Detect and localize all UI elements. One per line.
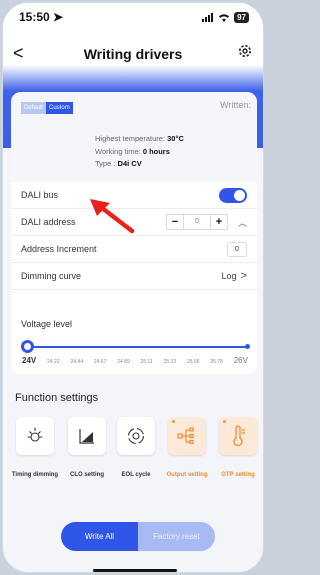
voltage-max-label: 26V (233, 356, 248, 365)
action-buttons: Write All Factory reset (61, 522, 215, 551)
cycle-icon (127, 427, 145, 445)
timing-dimming-button[interactable] (16, 417, 54, 455)
otp-setting-button[interactable] (219, 417, 257, 455)
nav-bar: < Writing drivers (3, 41, 263, 67)
settings-button[interactable] (237, 43, 253, 64)
eol-cycle-label: EOL cycle (121, 472, 151, 478)
dali-bus-toggle[interactable] (219, 187, 247, 203)
active-dot (223, 420, 226, 423)
mode-segmented-control: Default Custom (21, 102, 73, 114)
voltage-tick: 25.33 (163, 359, 177, 365)
signal-icon (202, 12, 214, 22)
dimming-curve-label: Dimming curve (21, 271, 82, 281)
type-value: D4i CV (117, 159, 142, 168)
voltage-tick: 25.78 (210, 359, 223, 365)
location-arrow-icon: ➤ (53, 10, 64, 24)
back-button[interactable]: < (13, 43, 24, 64)
dimming-curve-value[interactable]: Log (222, 271, 237, 281)
address-increment-input[interactable]: 0 (227, 241, 247, 257)
bar-chart-icon (79, 429, 94, 444)
page-title: Writing drivers (83, 46, 183, 62)
voltage-min-label: 24V (22, 356, 37, 365)
home-indicator[interactable] (93, 569, 177, 572)
voltage-slider-handle[interactable] (21, 340, 34, 353)
voltage-tick: 25.56 (186, 359, 200, 365)
thermometer-icon (233, 425, 245, 447)
factory-reset-button[interactable]: Factory reset (138, 522, 215, 551)
battery-indicator: 97 (234, 11, 249, 23)
chevron-up-icon[interactable]: ︿ (238, 216, 247, 229)
phone-screen: 15:50 ➤ 97 < Writing drivers Default Cus… (2, 2, 264, 573)
voltage-tick: 25.11 (140, 359, 153, 365)
segment-default[interactable]: Default (21, 102, 47, 114)
gear-icon (239, 45, 251, 57)
output-tree-icon (177, 427, 194, 445)
timing-dimming-label: Timing dimming (11, 472, 59, 478)
clo-setting-button[interactable] (68, 417, 106, 455)
driver-info-panel: Default Custom Written: Highest temperat… (11, 92, 257, 182)
output-setting-button[interactable] (168, 417, 206, 455)
address-increment-label: Address Increment (21, 244, 97, 254)
type-label: Type : (95, 159, 116, 168)
status-bar: 15:50 ➤ 97 (3, 3, 263, 31)
write-status: Written: (220, 100, 251, 110)
voltage-slider-end (245, 344, 250, 349)
time-value: 0 hours (142, 146, 170, 156)
voltage-tick: 24.22 (47, 359, 60, 365)
voltage-tick: 24.89 (117, 359, 130, 365)
clo-setting-label: CLO setting (70, 472, 104, 478)
red-arrow-annotation (90, 199, 135, 234)
function-settings-title: Function settings (15, 392, 99, 404)
sun-icon (27, 427, 43, 442)
driver-info-lines: Highest temperature: 30°C Working time: … (95, 133, 184, 171)
voltage-tick: 24.67 (93, 359, 107, 365)
voltage-tick-labels: 24V 24.22 24.44 24.67 24.89 25.11 25.33 … (22, 356, 248, 365)
active-dot (172, 420, 175, 423)
temp-label: Highest temperature: (95, 134, 166, 143)
address-increment-button[interactable]: + (211, 216, 227, 228)
otp-setting-label: OTP setting (221, 472, 255, 478)
dali-address-stepper: − 0 + (165, 214, 228, 230)
voltage-level-label: Voltage level (21, 319, 73, 329)
row-address-increment: Address Increment 0 (11, 236, 257, 263)
temp-value: 30°C (167, 134, 184, 143)
address-value[interactable]: 0 (182, 215, 211, 229)
voltage-slider-track[interactable] (27, 346, 249, 348)
segment-custom[interactable]: Custom (46, 102, 73, 114)
eol-cycle-button[interactable] (117, 417, 155, 455)
output-setting-label: Output setting (166, 472, 208, 478)
wifi-icon (219, 13, 230, 22)
chevron-right-icon[interactable]: > (241, 270, 247, 282)
time-label: Working time: (95, 146, 141, 156)
address-decrement-button[interactable]: − (167, 216, 183, 228)
voltage-tick: 24.44 (70, 359, 83, 365)
row-dimming-curve[interactable]: Dimming curve Log > (11, 263, 257, 290)
status-time: 15:50 ➤ (19, 10, 64, 24)
write-all-button[interactable]: Write All (61, 522, 138, 551)
